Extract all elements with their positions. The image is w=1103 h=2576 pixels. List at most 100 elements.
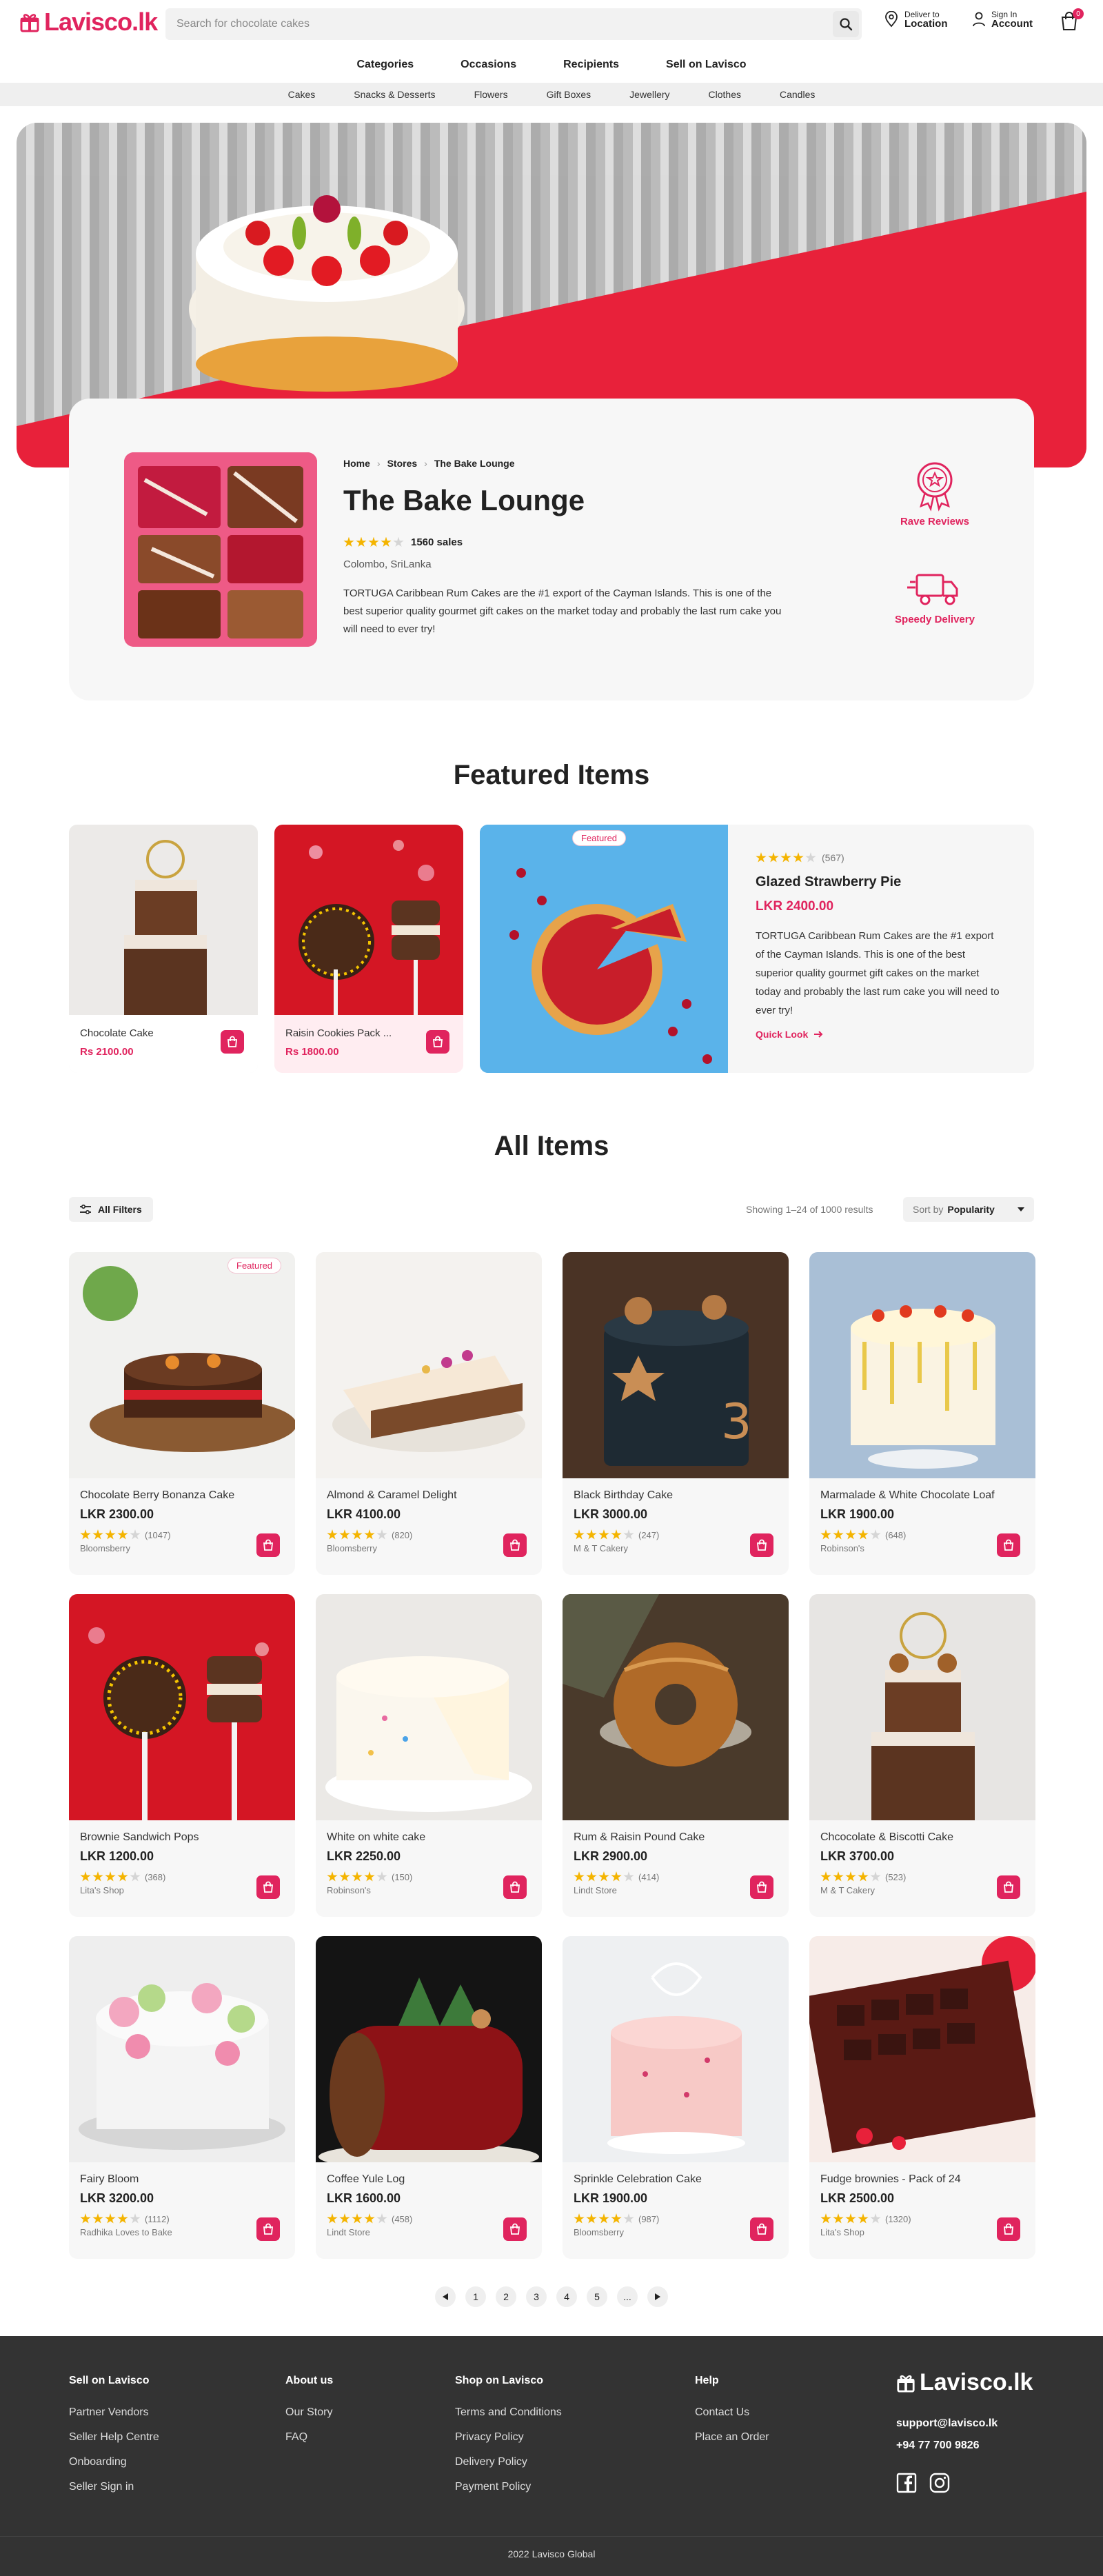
breadcrumb-home[interactable]: Home	[343, 458, 370, 469]
footer-logo[interactable]: Lavisco.lk	[896, 2369, 1033, 2396]
subnav-jewellery[interactable]: Jewellery	[610, 83, 689, 106]
footer-link[interactable]: Delivery Policy	[455, 2456, 562, 2468]
page-2[interactable]: 2	[496, 2286, 516, 2307]
footer-link[interactable]: Payment Policy	[455, 2481, 562, 2493]
footer-link[interactable]: Partner Vendors	[69, 2406, 159, 2419]
all-items-section-title: All Items	[494, 1131, 609, 1161]
brand-logo[interactable]: Lavisco.lk	[19, 8, 158, 36]
product-card[interactable]: Fudge brownies - Pack of 24 LKR 2500.00 (1…	[809, 1936, 1035, 2259]
product-card[interactable]: 3 Black Birthday Cake LKR 3000.00 (247) M & …	[563, 1252, 789, 1575]
nav-recipients[interactable]: Recipients	[540, 50, 642, 80]
add-to-cart-button[interactable]	[221, 1030, 244, 1054]
award-icon	[917, 462, 953, 512]
search-bar[interactable]: Search for chocolate cakes	[165, 8, 862, 40]
add-to-cart-button[interactable]	[750, 1875, 773, 1899]
add-to-cart-button[interactable]	[426, 1030, 449, 1054]
footer-link[interactable]: Seller Help Centre	[69, 2431, 159, 2444]
product-image: 3	[563, 1252, 789, 1478]
featured-card[interactable]: Raisin Cookies Pack ... Rs 1800.00	[274, 825, 463, 1073]
featured-highlight-card[interactable]: Featured (567) Glazed Strawberry Pie LKR…	[480, 825, 1034, 1073]
subnav-gift-boxes[interactable]: Gift Boxes	[527, 83, 611, 106]
quick-look-link[interactable]: Quick Look	[756, 1029, 823, 1040]
location-selector[interactable]: Deliver to Location	[884, 10, 948, 29]
shop-name[interactable]: Lita's Shop	[80, 1885, 124, 1895]
subnav-flowers[interactable]: Flowers	[455, 83, 527, 106]
search-input[interactable]: Search for chocolate cakes	[176, 18, 310, 30]
shop-name[interactable]: Bloomsberry	[574, 2227, 624, 2237]
product-card[interactable]: Sprinkle Celebration Cake LKR 1900.00 (987…	[563, 1936, 789, 2259]
shop-name[interactable]: Lindt Store	[574, 1885, 617, 1895]
subnav-snacks-desserts[interactable]: Snacks & Desserts	[334, 83, 454, 106]
add-to-cart-button[interactable]	[750, 1533, 773, 1557]
subnav-cakes[interactable]: Cakes	[269, 83, 335, 106]
star-icon	[598, 2213, 609, 2224]
product-card[interactable]: Brownie Sandwich Pops LKR 1200.00 (368) Lit…	[69, 1594, 295, 1917]
add-to-cart-button[interactable]	[256, 2217, 280, 2241]
search-button[interactable]	[833, 11, 859, 37]
next-page-button[interactable]	[647, 2286, 668, 2307]
product-card[interactable]: Chcocolate & Biscotti Cake LKR 3700.00 (52…	[809, 1594, 1035, 1917]
footer-link[interactable]: Privacy Policy	[455, 2431, 562, 2444]
footer-link[interactable]: Place an Order	[695, 2431, 769, 2444]
page-3[interactable]: 3	[526, 2286, 547, 2307]
star-icon	[574, 2213, 585, 2224]
page-4[interactable]: 4	[556, 2286, 577, 2307]
shop-name[interactable]: Radhika Loves to Bake	[80, 2227, 172, 2237]
nav-categories[interactable]: Categories	[333, 50, 437, 80]
subnav-candles[interactable]: Candles	[760, 83, 834, 106]
shop-name[interactable]: Robinson's	[327, 1885, 371, 1895]
featured-card[interactable]: Chocolate Cake Rs 2100.00	[69, 825, 258, 1073]
shop-name[interactable]: Robinson's	[820, 1543, 864, 1553]
footer-link[interactable]: Terms and Conditions	[455, 2406, 562, 2419]
product-card[interactable]: Almond & Caramel Delight LKR 4100.00 (820)…	[316, 1252, 542, 1575]
shop-name[interactable]: Lita's Shop	[820, 2227, 864, 2237]
shopping-bag-icon	[757, 1539, 767, 1551]
shop-name[interactable]: Bloomsberry	[327, 1543, 377, 1553]
add-to-cart-button[interactable]	[503, 2217, 527, 2241]
gift-icon	[20, 14, 39, 32]
footer-link[interactable]: Our Story	[285, 2406, 333, 2419]
page-1[interactable]: 1	[465, 2286, 486, 2307]
nav-occasions[interactable]: Occasions	[437, 50, 540, 80]
footer-link[interactable]: FAQ	[285, 2431, 333, 2444]
star-icon	[130, 1529, 141, 1540]
add-to-cart-button[interactable]	[750, 2217, 773, 2241]
footer-phone[interactable]: +94 77 700 9826	[896, 2439, 980, 2452]
product-card[interactable]: Coffee Yule Log LKR 1600.00 (458) Lindt Sto…	[316, 1936, 542, 2259]
product-card[interactable]: Fairy Bloom LKR 3200.00 (1112) Radhika Love…	[69, 1936, 295, 2259]
shop-name[interactable]: Lindt Store	[327, 2227, 370, 2237]
review-count: (1112)	[145, 2213, 170, 2224]
subnav-clothes[interactable]: Clothes	[689, 83, 760, 106]
add-to-cart-button[interactable]	[997, 1533, 1020, 1557]
shop-name[interactable]: Bloomsberry	[80, 1543, 130, 1553]
add-to-cart-button[interactable]	[503, 1533, 527, 1557]
page-5[interactable]: 5	[587, 2286, 607, 2307]
add-to-cart-button[interactable]	[256, 1875, 280, 1899]
facebook-icon[interactable]	[896, 2473, 917, 2493]
shopping-bag-icon	[510, 1881, 520, 1893]
breadcrumb-stores[interactable]: Stores	[387, 458, 418, 469]
add-to-cart-button[interactable]	[503, 1875, 527, 1899]
product-card[interactable]: White on white cake LKR 2250.00 (150) Robin…	[316, 1594, 542, 1917]
footer-email[interactable]: support@lavisco.lk	[896, 2417, 998, 2430]
instagram-icon[interactable]	[929, 2473, 950, 2493]
shop-name[interactable]: M & T Cakery	[820, 1885, 875, 1895]
account-menu[interactable]: Sign In Account	[972, 10, 1033, 29]
footer-link[interactable]: Seller Sign in	[69, 2481, 159, 2493]
product-card[interactable]: Marmalade & White Chocolate Loaf LKR 1900…	[809, 1252, 1035, 1575]
add-to-cart-button[interactable]	[997, 2217, 1020, 2241]
footer-link[interactable]: Contact Us	[695, 2406, 769, 2419]
product-card[interactable]: Featured Chocolate Berry Bonanza Cake LKR …	[69, 1252, 295, 1575]
add-to-cart-button[interactable]	[997, 1875, 1020, 1899]
nav-sell-on-lavisco[interactable]: Sell on Lavisco	[642, 50, 769, 80]
product-card[interactable]: Rum & Raisin Pound Cake LKR 2900.00 (414) L…	[563, 1594, 789, 1917]
product-rating: (567)	[756, 852, 844, 863]
sort-dropdown[interactable]: Sort by Popularity	[903, 1197, 1034, 1222]
footer-link[interactable]: Onboarding	[69, 2456, 159, 2468]
product-name: Black Birthday Cake	[574, 1489, 674, 1501]
prev-page-button[interactable]	[435, 2286, 456, 2307]
shop-name[interactable]: M & T Cakery	[574, 1543, 628, 1553]
cart-button[interactable]: 0	[1059, 8, 1084, 34]
add-to-cart-button[interactable]	[256, 1533, 280, 1557]
all-filters-button[interactable]: All Filters	[69, 1197, 153, 1222]
